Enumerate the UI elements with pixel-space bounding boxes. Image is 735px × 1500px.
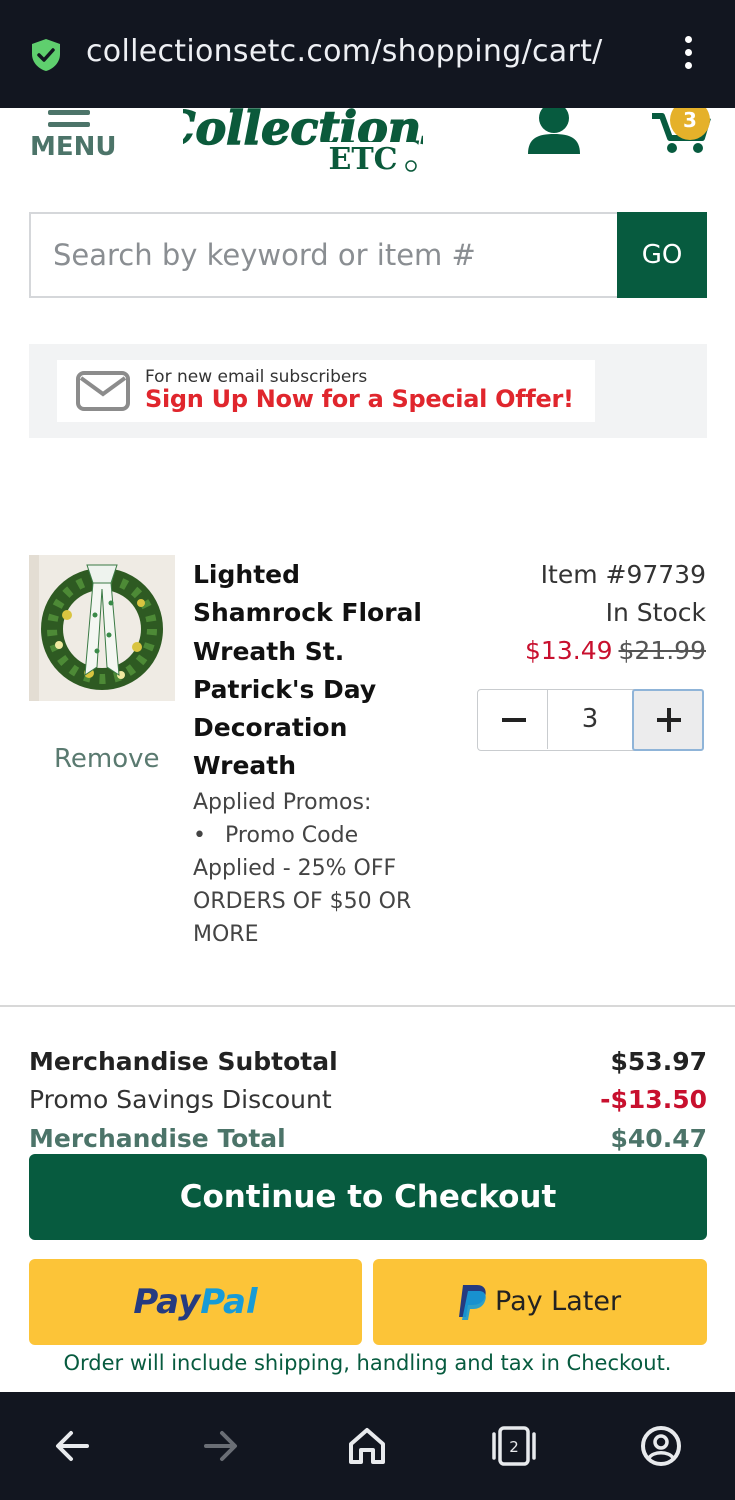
discount-label: Promo Savings Discount [29, 1085, 332, 1114]
back-arrow-icon[interactable] [49, 1422, 97, 1470]
quantity-input[interactable]: 3 [548, 690, 632, 749]
applied-promos-heading: Applied Promos: [193, 790, 372, 815]
discount-row: Promo Savings Discount -$13.50 [29, 1085, 707, 1123]
item-price: $13.49 $21.99 [525, 636, 706, 665]
paypal-logo-part1: Pay [133, 1282, 201, 1322]
envelope-icon [76, 371, 130, 411]
browser-url-bar: collectionsetc.com/shopping/cart/ [0, 0, 735, 108]
section-divider [0, 1005, 735, 1007]
applied-promos: Applied Promos: Promo Code Applied - 25%… [193, 786, 423, 951]
item-number: Item #97739 [540, 560, 706, 589]
search-go-button[interactable]: GO [617, 212, 707, 298]
svg-text:ETC: ETC [328, 142, 397, 177]
product-title[interactable]: Lighted Shamrock Floral Wreath St. Patri… [193, 556, 433, 786]
increase-quantity-button[interactable] [632, 689, 704, 751]
cart-line-item: Remove Lighted Shamrock Floral Wreath St… [0, 540, 735, 960]
home-icon[interactable] [343, 1422, 391, 1470]
promo-list-item-detail: Applied - 25% OFF ORDERS OF $50 OR MORE [193, 856, 412, 947]
email-signup-banner[interactable]: For new email subscribers Sign Up Now fo… [29, 344, 707, 438]
sale-price: $13.49 [525, 636, 613, 665]
total-label: Merchandise Total [29, 1124, 286, 1153]
pay-later-label: Pay Later [495, 1286, 622, 1317]
paypal-logo-part2: Pal [200, 1282, 258, 1322]
promo-headline: Sign Up Now for a Special Offer! [145, 385, 574, 413]
tab-count: 2 [509, 1438, 519, 1456]
paypal-button[interactable]: PayPal [29, 1259, 362, 1345]
menu-button[interactable]: MENU [28, 108, 118, 172]
account-icon[interactable] [526, 108, 582, 154]
subtotal-label: Merchandise Subtotal [29, 1047, 338, 1076]
collections-etc-logo[interactable]: Collections ETC [183, 108, 423, 180]
promo-list-item: Promo Code [193, 819, 423, 852]
discount-value: -$13.50 [600, 1085, 707, 1114]
menu-label: MENU [30, 132, 117, 162]
browser-menu-icon[interactable] [678, 36, 698, 76]
browser-nav-bar: 2 [0, 1392, 735, 1500]
secure-shield-icon [32, 39, 60, 71]
address-bar-url[interactable]: collectionsetc.com/shopping/cart/ [86, 34, 603, 69]
promo-subtext: For new email subscribers [145, 367, 368, 387]
order-summary: Merchandise Subtotal $53.97 Promo Saving… [29, 1045, 707, 1155]
remove-item-link[interactable]: Remove [54, 744, 160, 774]
search-input[interactable]: Search by keyword or item # [29, 212, 618, 298]
paypal-pay-later-button[interactable]: Pay Later [373, 1259, 707, 1345]
product-image[interactable] [29, 555, 175, 701]
total-value: $40.47 [610, 1124, 707, 1153]
forward-arrow-icon[interactable] [196, 1422, 244, 1470]
email-signup-card[interactable]: For new email subscribers Sign Up Now fo… [57, 360, 595, 422]
decrease-quantity-button[interactable] [478, 690, 548, 749]
subtotal-row: Merchandise Subtotal $53.97 [29, 1047, 707, 1085]
search-form: Search by keyword or item # GO [29, 212, 707, 298]
tabs-icon[interactable]: 2 [490, 1422, 538, 1470]
checkout-footnote: Order will include shipping, handling an… [63, 1351, 672, 1375]
continue-to-checkout-button[interactable]: Continue to Checkout [29, 1154, 707, 1240]
subtotal-value: $53.97 [610, 1047, 707, 1076]
original-price: $21.99 [618, 636, 706, 665]
quantity-stepper: 3 [477, 689, 704, 751]
stock-status: In Stock [605, 598, 706, 627]
total-row: Merchandise Total $40.47 [29, 1124, 707, 1155]
site-header: MENU Collections ETC 3 [0, 108, 735, 188]
paypal-p-icon [459, 1285, 486, 1320]
profile-icon[interactable] [637, 1422, 685, 1470]
